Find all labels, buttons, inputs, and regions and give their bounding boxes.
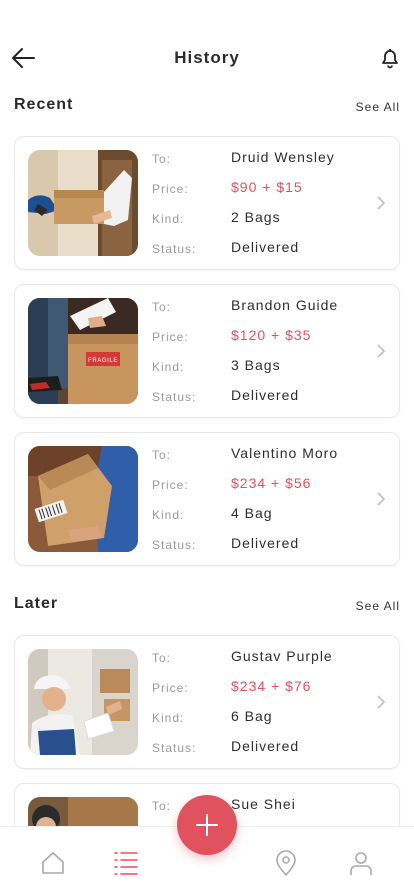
- kind-value: 2 Bags: [231, 209, 281, 225]
- status-value: Delivered: [231, 239, 300, 255]
- see-all-later-link[interactable]: See All: [356, 599, 400, 613]
- kind-value: 6 Bag: [231, 708, 273, 724]
- location-icon: [276, 850, 296, 877]
- price-label: Price:: [152, 681, 189, 695]
- order-card[interactable]: To: Druid Wensley Price: $90 + $15 Kind:…: [14, 136, 400, 270]
- order-photo: FRAGILE: [28, 298, 138, 404]
- order-card[interactable]: To: Gustav Purple Price: $234 + $76 Kind…: [14, 635, 400, 769]
- status-row: Status: Delivered: [152, 535, 382, 555]
- price-row: Price: $90 + $15: [152, 179, 382, 199]
- recent-section-header: Recent See All: [14, 96, 400, 120]
- order-card[interactable]: To: Valentino Moro Price: $234 + $56 Kin…: [14, 432, 400, 566]
- plus-icon: [196, 814, 218, 836]
- to-label: To:: [152, 448, 172, 462]
- nav-profile[interactable]: [347, 849, 377, 877]
- kind-label: Kind:: [152, 508, 185, 522]
- chevron-right-icon: [377, 344, 386, 358]
- notifications-button[interactable]: [378, 46, 402, 70]
- chevron-right-icon: [377, 695, 386, 709]
- header: History: [0, 40, 414, 76]
- kind-value: 4 Bag: [231, 505, 273, 521]
- page-title: History: [174, 48, 240, 67]
- kind-row: Kind: 6 Bag: [152, 708, 382, 728]
- order-photo: [28, 649, 138, 755]
- section-title-later: Later: [14, 595, 59, 612]
- fragile-label: FRAGILE: [88, 358, 118, 364]
- recipient-name: Brandon Guide: [231, 297, 339, 313]
- status-label: Status:: [152, 741, 197, 755]
- status-row: Status: Delivered: [152, 738, 382, 758]
- section-title-recent: Recent: [14, 96, 74, 113]
- kind-row: Kind: 2 Bags: [152, 209, 382, 229]
- chevron-right-icon: [377, 492, 386, 506]
- bell-icon: [382, 49, 398, 69]
- to-row: To: Druid Wensley: [152, 149, 382, 169]
- status-value: Delivered: [231, 535, 300, 551]
- price-value: $234 + $56: [231, 475, 312, 491]
- to-label: To:: [152, 651, 172, 665]
- kind-value: 3 Bags: [231, 357, 281, 373]
- kind-label: Kind:: [152, 212, 185, 226]
- order-photo: [28, 150, 138, 256]
- order-card[interactable]: FRAGILE To: Brandon Guide Price: $120 + …: [14, 284, 400, 418]
- kind-label: Kind:: [152, 360, 185, 374]
- to-row: To: Brandon Guide: [152, 297, 382, 317]
- to-row: To: Gustav Purple: [152, 648, 382, 668]
- nav-home[interactable]: [39, 849, 69, 877]
- price-row: Price: $234 + $76: [152, 678, 382, 698]
- kind-label: Kind:: [152, 711, 185, 725]
- to-row: To: Valentino Moro: [152, 445, 382, 465]
- price-label: Price:: [152, 478, 189, 492]
- price-value: $120 + $35: [231, 327, 312, 343]
- order-photo: [28, 446, 138, 552]
- recipient-name: Valentino Moro: [231, 445, 339, 461]
- price-row: Price: $120 + $35: [152, 327, 382, 347]
- price-label: Price:: [152, 182, 189, 196]
- price-label: Price:: [152, 330, 189, 344]
- chevron-right-icon: [377, 196, 386, 210]
- status-label: Status:: [152, 390, 197, 404]
- status-row: Status: Delivered: [152, 239, 382, 259]
- nav-list[interactable]: [112, 849, 142, 877]
- kind-row: Kind: 4 Bag: [152, 505, 382, 525]
- later-section-header: Later See All: [14, 595, 400, 619]
- recipient-name: Gustav Purple: [231, 648, 333, 664]
- price-row: Price: $234 + $56: [152, 475, 382, 495]
- home-icon: [42, 852, 64, 874]
- see-all-recent-link[interactable]: See All: [356, 100, 400, 114]
- to-label: To:: [152, 799, 172, 813]
- nav-location[interactable]: [272, 849, 302, 877]
- price-value: $90 + $15: [231, 179, 303, 195]
- status-row: Status: Delivered: [152, 387, 382, 407]
- status-value: Delivered: [231, 738, 300, 754]
- status-label: Status:: [152, 242, 197, 256]
- status-value: Delivered: [231, 387, 300, 403]
- to-label: To:: [152, 152, 172, 166]
- price-value: $234 + $76: [231, 678, 312, 694]
- recipient-name: Sue Shei: [231, 796, 296, 812]
- to-label: To:: [152, 300, 172, 314]
- status-label: Status:: [152, 538, 197, 552]
- profile-icon: [350, 852, 372, 875]
- recipient-name: Druid Wensley: [231, 149, 335, 165]
- list-icon: [114, 852, 138, 875]
- kind-row: Kind: 3 Bags: [152, 357, 382, 377]
- add-button[interactable]: [177, 795, 237, 855]
